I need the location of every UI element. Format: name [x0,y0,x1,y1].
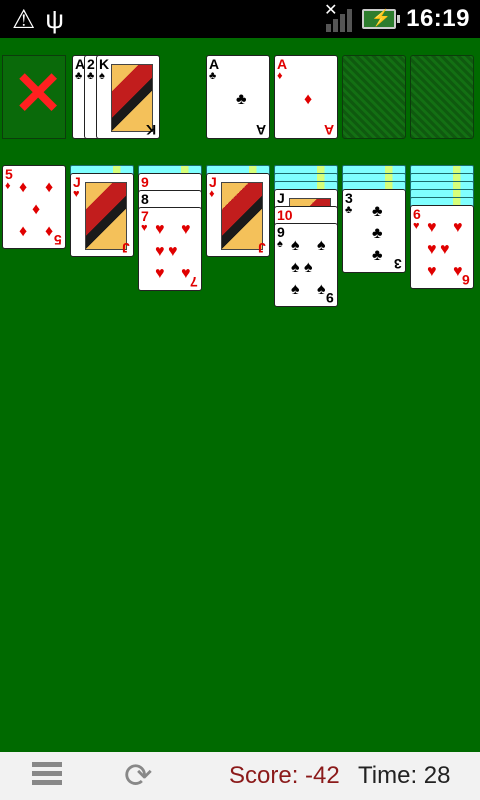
card-pip: ♠ [317,281,326,298]
card-suit-small: ♣ [87,70,95,82]
card-pip: ♥ [155,265,165,282]
tableau-card[interactable]: 3 ♣ ♣ ♣ ♣ 3 [342,189,406,273]
card-pip: ♦ [19,223,28,240]
card-rank: J [209,174,217,190]
card-suit-small: ♦ [209,188,215,200]
card-pip: ♥ [155,221,165,238]
bottom-bar: ⟳ Score: -42 Time: 28 [0,752,480,800]
waste-card[interactable]: K ♠ K [96,55,160,139]
card-suit-small: ♥ [73,188,80,200]
card-suit-small: ♣ [345,204,353,216]
card-rank-bottom: 5 [54,232,62,248]
warning-icon: ⚠ [12,4,36,34]
face-card-art [221,182,263,250]
card-suit-small: ♣ [209,70,217,82]
tableau-card[interactable]: 6 ♥ ♥ ♥ ♥ ♥ ♥ ♥ 6 [410,205,474,289]
card-rank: 7 [141,208,149,224]
card-rank: 5 [5,166,13,182]
card-rank: K [99,56,110,72]
face-card-art [85,182,127,250]
card-rank: 9 [277,224,285,240]
card-pip: ♠ [291,281,300,298]
score-label: Score: -42 [229,762,340,789]
card-suit-small: ♦ [5,180,11,192]
card-pip: ♥ [427,241,437,258]
card-pip: ♦ [32,201,41,218]
battery-icon: ⚡ [362,9,401,29]
card-rank-bottom: J [122,240,130,256]
card-rank: J [277,190,285,206]
status-left-icons: ⚠ ψ [12,4,74,34]
card-suit-small: ♥ [413,220,420,232]
card-pip: ♦ [45,179,54,196]
menu-icon-line [32,762,62,767]
foundation-empty-slot[interactable] [342,55,406,139]
tableau-card[interactable]: 9 ♠ ♠ ♠ ♠ ♠ ♠ ♠ 9 [274,223,338,307]
usb-icon: ψ [45,4,64,34]
card-pip: ♥ [453,219,463,236]
menu-icon-line [32,771,62,776]
card-rank: A [277,56,288,72]
card-rank: A [209,56,220,72]
card-pip: ♥ [427,219,437,236]
card-pip: ♥ [168,243,178,260]
card-pip: ♠ [291,259,300,276]
card-pip: ♠ [317,237,326,254]
card-pip: ♣ [372,247,383,264]
card-rank-bottom: 9 [326,290,334,306]
card-rank: 2 [87,56,95,72]
card-suit-small: ♥ [141,222,148,234]
card-suit-small: ♠ [99,70,105,82]
card-rank-bottom: A [255,122,266,138]
card-pip: ♣ [236,91,247,108]
card-rank-bottom: K [145,122,156,138]
tableau-card[interactable]: 7 ♥ ♥ ♥ ♥ ♥ ♥ ♥ 7 [138,207,202,291]
signal-icon: ✕ [324,2,353,32]
foundation-card[interactable]: A ♦ ♦ A [274,55,338,139]
card-pip: ♥ [155,243,165,260]
card-rank: 6 [413,206,421,222]
card-pip: ♣ [372,225,383,242]
tableau-card[interactable]: J ♦ J [206,173,270,257]
card-suit-small: ♣ [75,70,83,82]
card-suit-small: ♠ [277,238,283,250]
card-rank: 3 [345,190,353,206]
clock: 16:19 [406,5,470,32]
menu-icon-line [32,780,62,785]
tableau-card[interactable]: 5 ♦ ♦ ♦ ♦ ♦ ♦ 5 [2,165,66,249]
redeal-x-icon: ✕ [13,60,64,127]
tableau-card[interactable]: J ♥ J [70,173,134,257]
card-pip: ♦ [19,179,28,196]
card-rank-bottom: A [323,122,334,138]
status-bar: ⚠ ψ ✕ ⚡ 16:19 [0,0,480,38]
foundation-empty-slot[interactable] [410,55,474,139]
card-rank: 8 [141,191,149,207]
foundation-card[interactable]: A ♣ ♣ A [206,55,270,139]
card-rank-bottom: 6 [462,272,470,288]
card-pip: ♥ [440,241,450,258]
card-suit-small: ♦ [277,70,283,82]
card-rank-bottom: 3 [394,256,402,272]
status-right: ✕ ⚡ 16:19 [324,0,470,38]
card-pip: ♥ [181,221,191,238]
time-label: Time: 28 [358,762,451,789]
card-rank: 9 [141,174,149,190]
refresh-icon[interactable]: ⟳ [124,758,153,794]
card-pip: ♦ [45,223,54,240]
menu-button[interactable] [32,762,62,790]
stock-pile-empty[interactable]: ✕ [2,55,66,139]
card-pip: ♥ [427,263,437,280]
card-rank-bottom: J [258,240,266,256]
card-rank-bottom: 7 [190,274,198,290]
card-pip: ♦ [304,91,313,108]
card-pip: ♠ [291,237,300,254]
card-rank: J [73,174,81,190]
card-pip: ♠ [304,259,313,276]
card-pip: ♣ [372,203,383,220]
